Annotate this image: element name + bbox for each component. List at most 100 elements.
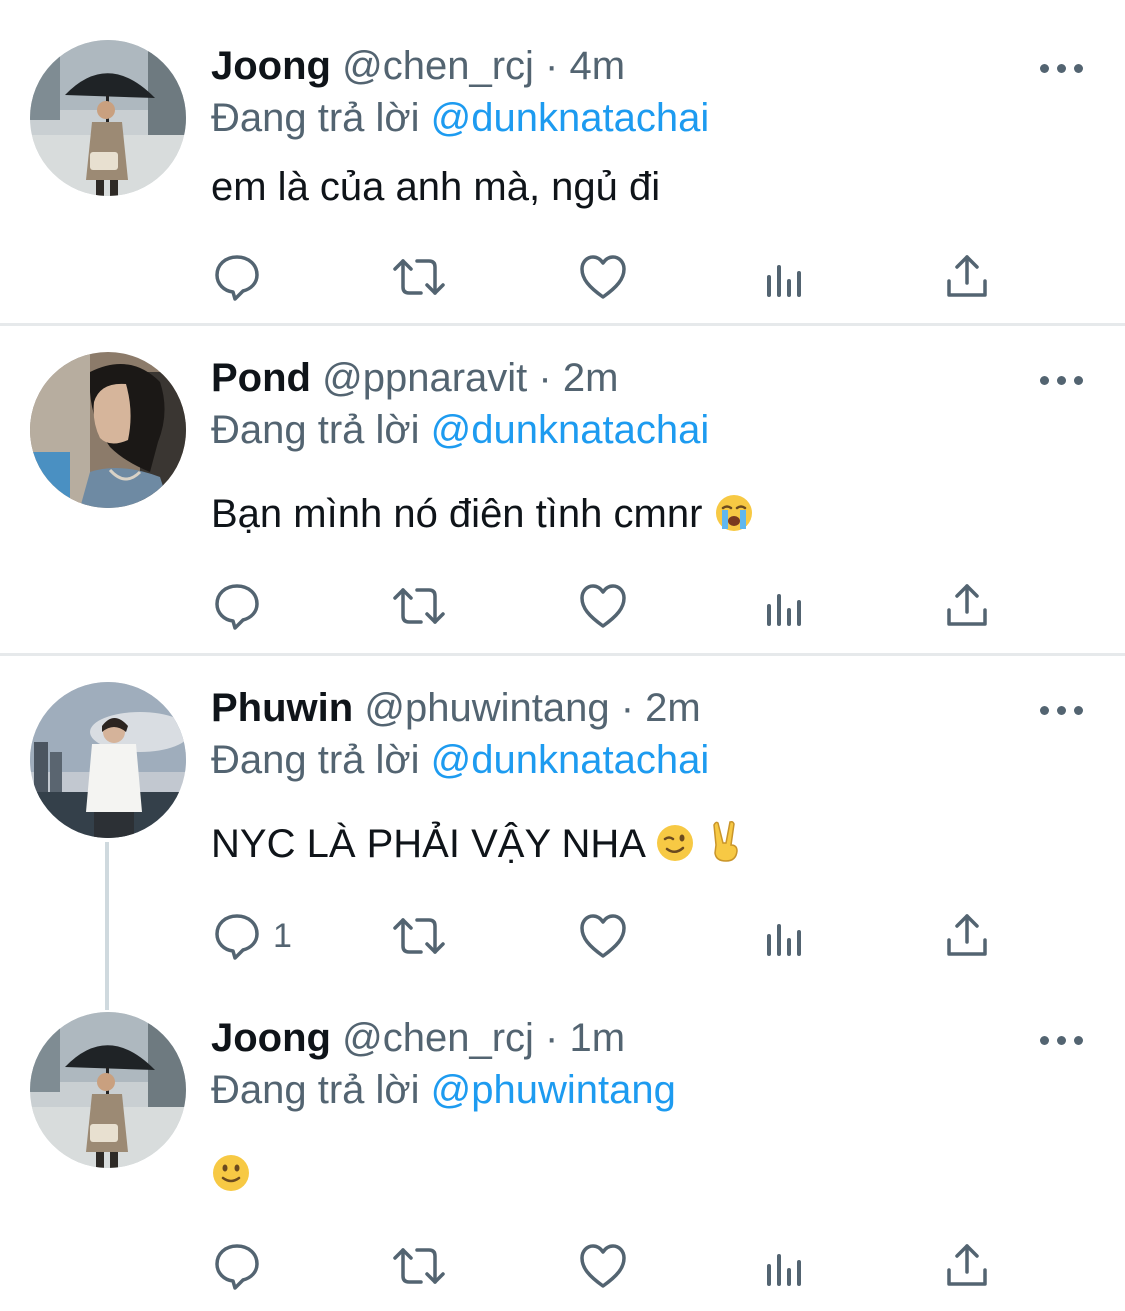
avatar[interactable] xyxy=(30,352,186,508)
slightly-smiling-face-emoji xyxy=(213,1155,249,1191)
tweet-2[interactable]: Pond @ppnaravit · 2m Đang trả lời @dunkn… xyxy=(0,326,1125,654)
replying-to-label: Đang trả lời xyxy=(211,96,420,140)
retweet-icon xyxy=(393,1248,445,1284)
like-icon xyxy=(580,1244,626,1288)
mention-link[interactable]: @dunknatachai xyxy=(431,96,710,140)
display-name[interactable]: Phuwin xyxy=(211,686,353,730)
more-options-icon[interactable] xyxy=(1040,369,1084,389)
user-handle[interactable]: @chen_rcj xyxy=(342,1016,534,1060)
like-icon xyxy=(580,255,626,299)
tweet-text-content: em là của anh mà, ngủ đi xyxy=(211,165,661,209)
analytics-icon xyxy=(767,265,801,297)
avatar[interactable] xyxy=(30,40,186,196)
share-button[interactable] xyxy=(945,252,989,302)
reply-icon xyxy=(215,1244,259,1290)
tweet-actions xyxy=(211,581,1011,631)
winking-face-emoji xyxy=(656,825,693,861)
analytics-icon xyxy=(767,1254,801,1286)
replying-to-label: Đang trả lời xyxy=(211,408,420,452)
like-button[interactable] xyxy=(579,911,627,961)
like-icon xyxy=(580,914,626,958)
user-handle[interactable]: @phuwintang xyxy=(364,686,609,730)
mention-link[interactable]: @phuwintang xyxy=(431,1068,676,1112)
more-options-icon[interactable] xyxy=(1040,57,1084,77)
more-options-icon[interactable] xyxy=(1040,1029,1084,1049)
retweet-icon xyxy=(393,588,445,624)
tweet-3[interactable]: Phuwin @phuwintang · 2m Đang trả lời @du… xyxy=(0,656,1125,986)
share-button[interactable] xyxy=(945,911,989,961)
share-icon xyxy=(947,1244,987,1286)
retweet-icon xyxy=(393,918,445,954)
tweet-actions xyxy=(211,252,1011,302)
tweet-actions: 1 xyxy=(211,911,1011,961)
user-handle[interactable]: @ppnaravit xyxy=(322,356,527,400)
tweet-header: Pond @ppnaravit · 2m xyxy=(211,352,618,404)
display-name[interactable]: Pond xyxy=(211,356,311,400)
victory-hand-emoji xyxy=(713,821,738,862)
reply-button[interactable] xyxy=(213,581,273,631)
replying-to-label: Đang trả lời xyxy=(211,1068,420,1112)
separator: · xyxy=(545,44,559,88)
avatar[interactable] xyxy=(30,682,186,838)
reply-button[interactable] xyxy=(213,252,273,302)
user-handle[interactable]: @chen_rcj xyxy=(342,44,534,88)
share-button[interactable] xyxy=(945,1241,989,1291)
analytics-button[interactable] xyxy=(765,911,805,961)
more-options-icon[interactable] xyxy=(1040,699,1084,719)
analytics-button[interactable] xyxy=(765,252,805,302)
mention-link[interactable]: @dunknatachai xyxy=(431,738,710,782)
analytics-button[interactable] xyxy=(765,1241,805,1291)
share-button[interactable] xyxy=(945,581,989,631)
tweet-text: em là của anh mà, ngủ đi xyxy=(211,159,660,215)
reply-icon xyxy=(215,914,259,960)
avatar[interactable] xyxy=(30,1012,186,1168)
tweet-text: NYC LÀ PHẢI VẬY NHA xyxy=(211,816,746,872)
display-name[interactable]: Joong xyxy=(211,1016,331,1060)
tweet-actions xyxy=(211,1241,1011,1291)
display-name[interactable]: Joong xyxy=(211,44,331,88)
replying-to: Đang trả lời @dunknatachai xyxy=(211,92,709,144)
tweet-4[interactable]: Joong @chen_rcj · 1m Đang trả lời @phuwi… xyxy=(0,986,1125,1311)
tweet-header: Joong @chen_rcj · 4m xyxy=(211,40,625,92)
replying-to: Đang trả lời @dunknatachai xyxy=(211,734,709,786)
like-button[interactable] xyxy=(579,1241,627,1291)
retweet-button[interactable] xyxy=(391,911,447,961)
reply-count: 1 xyxy=(273,916,292,955)
mention-link[interactable]: @dunknatachai xyxy=(431,408,710,452)
tweet-text-content: NYC LÀ PHẢI VẬY NHA xyxy=(211,822,644,866)
timestamp[interactable]: 1m xyxy=(569,1016,625,1060)
tweet-1[interactable]: Joong @chen_rcj · 4m Đang trả lời @dunkn… xyxy=(0,0,1125,325)
reply-icon xyxy=(215,584,259,630)
separator: · xyxy=(538,356,552,400)
timestamp[interactable]: 2m xyxy=(645,686,701,730)
separator: · xyxy=(545,1016,559,1060)
reply-button[interactable]: 1 xyxy=(213,911,292,961)
share-icon xyxy=(947,914,987,956)
retweet-icon xyxy=(393,259,445,295)
share-icon xyxy=(947,255,987,297)
replying-to: Đang trả lời @phuwintang xyxy=(211,1064,676,1116)
like-button[interactable] xyxy=(579,252,627,302)
tweet-header: Joong @chen_rcj · 1m xyxy=(211,1012,625,1064)
retweet-button[interactable] xyxy=(391,1241,447,1291)
share-icon xyxy=(947,584,987,626)
reply-button[interactable] xyxy=(213,1241,273,1291)
tweet-text-content: Bạn mình nó điên tình cmnr xyxy=(211,492,703,536)
like-icon xyxy=(580,584,626,628)
retweet-button[interactable] xyxy=(391,581,447,631)
analytics-icon xyxy=(767,924,801,956)
separator: · xyxy=(620,686,635,730)
analytics-button[interactable] xyxy=(765,581,805,631)
tweet-text: Bạn mình nó điên tình cmnr xyxy=(211,486,754,542)
like-button[interactable] xyxy=(579,581,627,631)
reply-icon xyxy=(215,255,259,301)
analytics-icon xyxy=(767,594,801,626)
replying-to: Đang trả lời @dunknatachai xyxy=(211,404,709,456)
replying-to-label: Đang trả lời xyxy=(211,738,420,782)
loudly-crying-face-emoji xyxy=(715,495,752,531)
retweet-button[interactable] xyxy=(391,252,447,302)
timestamp[interactable]: 4m xyxy=(569,44,625,88)
tweet-text xyxy=(211,1146,251,1202)
timestamp[interactable]: 2m xyxy=(563,356,619,400)
tweet-header: Phuwin @phuwintang · 2m xyxy=(211,682,701,734)
